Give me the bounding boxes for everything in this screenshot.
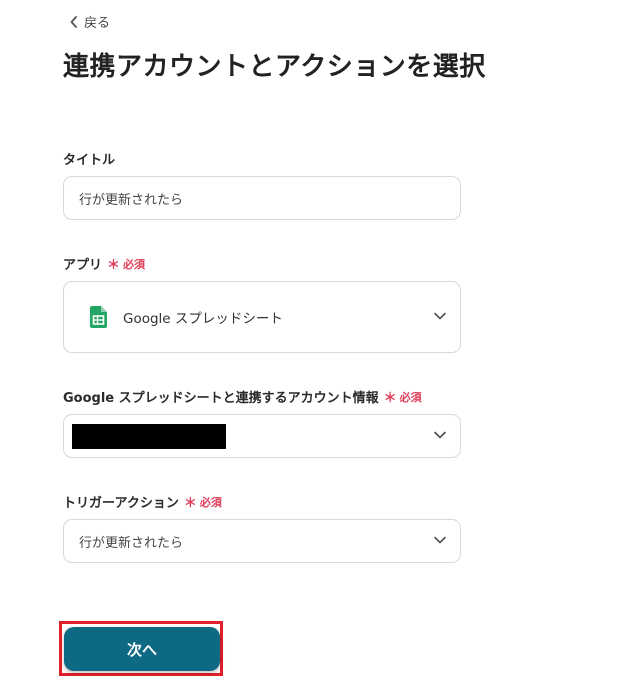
required-text: 必須	[199, 495, 222, 509]
chevron-down-icon	[434, 312, 446, 320]
redacted-account-value	[72, 424, 226, 449]
required-text: 必須	[399, 390, 422, 404]
required-text: 必須	[123, 257, 146, 271]
page: 戻る 連携アカウントとアクションを選択 タイトル 行が更新されたら アプリ ＊ …	[0, 0, 629, 700]
account-label-text: Google スプレッドシートと連携するアカウント情報	[63, 391, 379, 406]
back-link[interactable]: 戻る	[70, 12, 110, 31]
app-label-text: アプリ	[63, 258, 103, 273]
trigger-select-value: 行が更新されたら	[79, 535, 184, 551]
required-badge: ＊ 必須	[383, 387, 422, 407]
page-title: 連携アカウントとアクションを選択	[63, 52, 486, 82]
app-select[interactable]: Google スプレッドシート	[63, 281, 461, 353]
required-mark: ＊	[183, 496, 197, 511]
required-badge: ＊ 必須	[183, 492, 222, 512]
back-label: 戻る	[84, 16, 111, 31]
account-select[interactable]	[63, 414, 461, 458]
required-badge: ＊ 必須	[107, 254, 146, 274]
chevron-down-icon	[434, 536, 446, 544]
trigger-field-label: トリガーアクション ＊ 必須	[63, 492, 222, 512]
title-input[interactable]: 行が更新されたら	[63, 176, 461, 220]
app-select-value: Google スプレッドシート	[123, 311, 283, 327]
required-mark: ＊	[107, 258, 121, 273]
chevron-left-icon	[70, 15, 77, 28]
app-select-content: Google スプレッドシート	[64, 306, 283, 328]
required-mark: ＊	[383, 391, 397, 406]
account-field-label: Google スプレッドシートと連携するアカウント情報 ＊ 必須	[63, 387, 422, 407]
app-field-label: アプリ ＊ 必須	[63, 254, 146, 274]
title-label-text: タイトル	[63, 153, 116, 168]
title-input-value: 行が更新されたら	[79, 192, 184, 208]
next-button[interactable]: 次へ	[64, 627, 220, 671]
google-sheets-icon	[90, 306, 107, 328]
title-field-label: タイトル	[63, 149, 115, 168]
trigger-label-text: トリガーアクション	[63, 496, 179, 511]
chevron-down-icon	[434, 431, 446, 439]
trigger-action-select[interactable]: 行が更新されたら	[63, 519, 461, 563]
